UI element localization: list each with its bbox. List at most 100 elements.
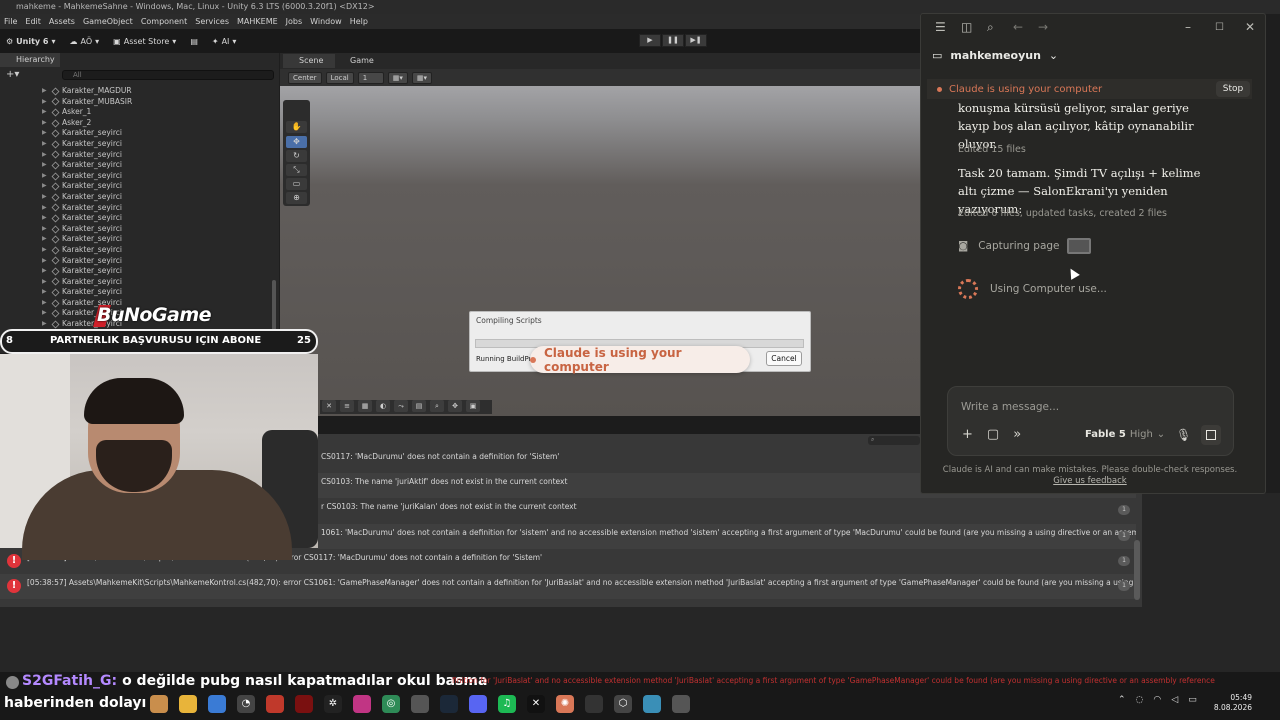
activity-summary[interactable]: Edited 15 files xyxy=(958,144,1026,155)
screenshot-thumbnail[interactable] xyxy=(1067,238,1091,254)
hierarchy-item[interactable]: ▶ Karakter_seyirci xyxy=(42,277,278,288)
search-icon[interactable]: ⌕ xyxy=(987,20,994,35)
expand-arrow-icon[interactable]: ▶ xyxy=(42,107,49,118)
hierarchy-search-input[interactable]: All xyxy=(62,70,274,80)
account-button[interactable]: ⚙ Unity 6 ▾ xyxy=(6,37,56,46)
pause-button[interactable]: ❚❚ xyxy=(662,34,684,47)
expand-arrow-icon[interactable]: ▶ xyxy=(42,245,49,256)
sidebar-icon[interactable]: ◫ xyxy=(961,20,972,34)
console-row[interactable]: ! [05:38:57] Assets\MahkemeKit\Scripts\Ma… xyxy=(0,574,1136,599)
stop-button[interactable]: Stop xyxy=(1216,81,1250,97)
github-icon[interactable] xyxy=(585,695,603,713)
hierarchy-item[interactable]: ▶ Karakter_MUBASIR xyxy=(42,97,278,108)
expand-arrow-icon[interactable]: ▶ xyxy=(42,234,49,245)
expand-arrow-icon[interactable]: ▶ xyxy=(42,298,49,309)
expand-arrow-icon[interactable]: ▶ xyxy=(42,160,49,171)
gizmo-icon[interactable]: ▤ xyxy=(412,400,426,412)
steam-icon[interactable] xyxy=(440,695,458,713)
project-selector[interactable]: ▭ mahkemeoyun ⌄ xyxy=(932,49,1058,62)
gizmo-icon[interactable]: ✕ xyxy=(322,400,336,412)
hierarchy-item[interactable]: ▶ Karakter_seyirci xyxy=(42,139,278,150)
asset-store-button[interactable]: ▣ Asset Store ▾ xyxy=(113,37,176,46)
hand-tool-icon[interactable]: ✋ xyxy=(286,121,307,133)
menu-help[interactable]: Help xyxy=(350,14,368,29)
expand-arrow-icon[interactable]: ▶ xyxy=(42,97,49,108)
fast-forward-icon[interactable]: » xyxy=(1013,427,1021,442)
gizmo-icon[interactable]: ▦ xyxy=(358,400,372,412)
gizmo-icon[interactable]: ⤳ xyxy=(394,400,408,412)
space-dropdown[interactable]: Local xyxy=(325,71,354,84)
activity-summary[interactable]: Edited 6 files, updated tasks, created 2… xyxy=(958,208,1167,219)
expand-arrow-icon[interactable]: ▶ xyxy=(42,224,49,235)
pivot-dropdown[interactable]: Center xyxy=(288,71,322,84)
expand-arrow-icon[interactable]: ▶ xyxy=(42,118,49,129)
search-icon[interactable]: ⌕ xyxy=(430,400,444,412)
back-icon[interactable]: ← xyxy=(1013,20,1023,34)
menu-component[interactable]: Component xyxy=(141,14,187,29)
battery-icon[interactable]: ▭ xyxy=(1188,695,1197,705)
gizmo-icon[interactable]: ▣ xyxy=(466,400,480,412)
instagram-icon[interactable] xyxy=(353,695,371,713)
ai-button[interactable]: ✦ AI ▾ xyxy=(212,37,237,46)
menu-jobs[interactable]: Jobs xyxy=(286,14,303,29)
openai-icon[interactable]: ✲ xyxy=(324,695,342,713)
expand-arrow-icon[interactable]: ▶ xyxy=(42,287,49,298)
hierarchy-item[interactable]: ▶ Karakter_seyirci xyxy=(42,245,278,256)
expand-arrow-icon[interactable]: ▶ xyxy=(42,139,49,150)
move-tool-icon[interactable]: ✥ xyxy=(286,136,307,148)
message-input[interactable]: Write a message... xyxy=(961,401,1059,413)
wifi-icon[interactable]: ◠ xyxy=(1153,695,1161,705)
microphone-icon[interactable]: 🎙 xyxy=(1176,428,1191,442)
unity-icon[interactable]: ⬡ xyxy=(614,695,632,713)
menu-window[interactable]: Window xyxy=(310,14,342,29)
hierarchy-item[interactable]: ▶ Karakter_seyirci xyxy=(42,203,278,214)
tab-game[interactable]: Game xyxy=(334,54,374,68)
hierarchy-item[interactable]: ▶ Karakter_seyirci xyxy=(42,256,278,267)
hierarchy-item[interactable]: ▶ Karakter_seyirci xyxy=(42,192,278,203)
expand-arrow-icon[interactable]: ▶ xyxy=(42,277,49,288)
grid-icon[interactable]: ▦▾ xyxy=(387,71,408,84)
forward-icon[interactable]: → xyxy=(1038,20,1048,34)
expand-arrow-icon[interactable]: ▶ xyxy=(42,128,49,139)
rect-tool-icon[interactable]: ▭ xyxy=(286,178,307,190)
menu-file[interactable]: File xyxy=(4,14,17,29)
hierarchy-item[interactable]: ▶ Asker_1 xyxy=(42,107,278,118)
transform-tool-icon[interactable]: ⊕ xyxy=(286,192,307,204)
console-search-input[interactable]: ⌕ xyxy=(868,436,920,445)
menu-assets[interactable]: Assets xyxy=(49,14,75,29)
hierarchy-item[interactable]: ▶ Karakter_seyirci xyxy=(42,171,278,182)
widgets-icon[interactable] xyxy=(150,695,168,713)
spotify-icon[interactable]: ♫ xyxy=(498,695,516,713)
pdf-icon[interactable] xyxy=(266,695,284,713)
message-composer[interactable] xyxy=(947,386,1234,456)
play-button[interactable]: ▶ xyxy=(639,34,661,47)
hierarchy-item[interactable]: ▶ Karakter_seyirci xyxy=(42,150,278,161)
console-row[interactable]: 1061: 'MacDurumu' does not contain a def… xyxy=(318,524,1136,549)
minimize-icon[interactable]: – xyxy=(1185,20,1191,34)
feedback-link[interactable]: Give us feedback xyxy=(930,476,1250,486)
snap-grid-icon[interactable]: ▦▾ xyxy=(411,71,432,84)
expand-arrow-icon[interactable]: ▶ xyxy=(42,203,49,214)
expand-arrow-icon[interactable]: ▶ xyxy=(42,171,49,182)
hierarchy-item[interactable]: ▶ Karakter_seyirci xyxy=(42,128,278,139)
expand-arrow-icon[interactable]: ▶ xyxy=(42,150,49,161)
hierarchy-tab[interactable]: Hierarchy xyxy=(0,53,60,67)
chrome-icon[interactable]: ◎ xyxy=(382,695,400,713)
package-button[interactable]: ▤ xyxy=(190,37,198,46)
console-row[interactable]: r CS0103: The name 'juriKalan' does not … xyxy=(318,498,1136,523)
expand-arrow-icon[interactable]: ▶ xyxy=(42,266,49,277)
console-scrollbar[interactable] xyxy=(1134,540,1140,600)
user-button[interactable]: ☁ AÖ ▾ xyxy=(70,37,100,46)
speed-icon[interactable]: ◔ xyxy=(237,695,255,713)
menu-gameobject[interactable]: GameObject xyxy=(83,14,133,29)
expand-arrow-icon[interactable]: ▶ xyxy=(42,308,49,319)
hierarchy-item[interactable]: ▶ Karakter_seyirci xyxy=(42,181,278,192)
cancel-button[interactable]: Cancel xyxy=(766,351,802,366)
hierarchy-item[interactable]: ▶ Karakter_seyirci xyxy=(42,160,278,171)
tool-icon[interactable] xyxy=(411,695,429,713)
discord-icon[interactable] xyxy=(469,695,487,713)
model-selector[interactable]: Fable 5 High ⌄ xyxy=(1085,429,1165,440)
hierarchy-item[interactable]: ▶ Asker_2 xyxy=(42,118,278,129)
mail-icon[interactable] xyxy=(208,695,226,713)
expand-arrow-icon[interactable]: ▶ xyxy=(42,256,49,267)
